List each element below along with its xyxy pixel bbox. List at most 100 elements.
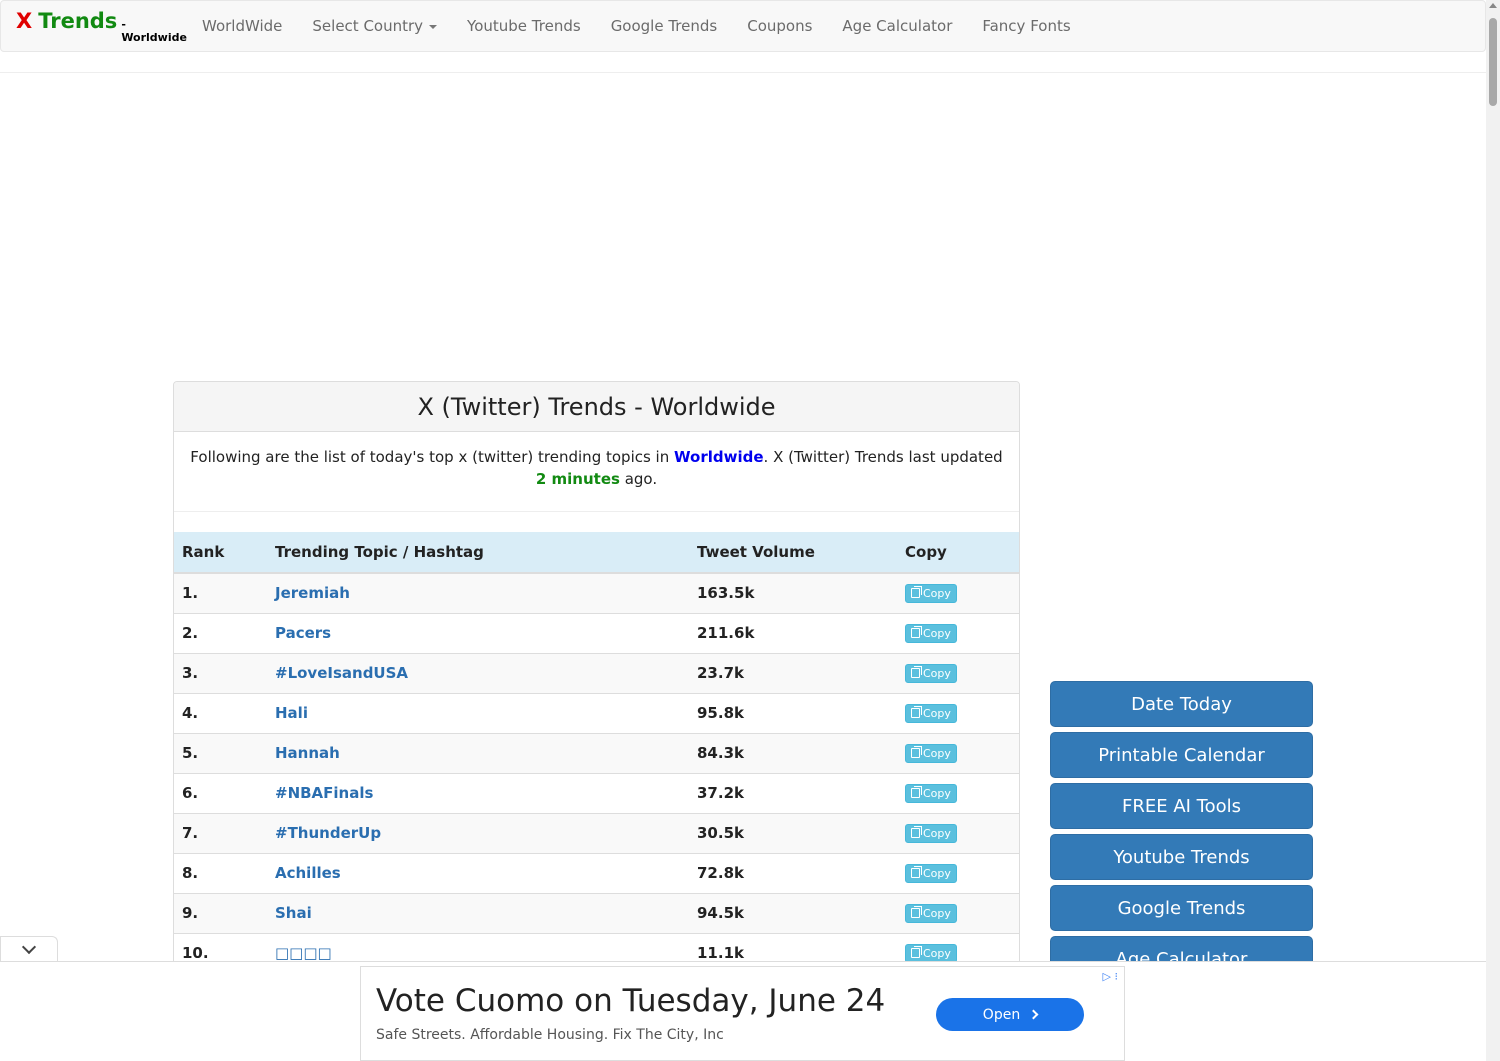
ad-open-button[interactable]: Open [936, 998, 1084, 1031]
sidebar-links: Date Today Printable Calendar FREE AI To… [1050, 681, 1313, 987]
header-divider [0, 72, 1486, 73]
trends-panel: X (Twitter) Trends - Worldwide Following… [173, 381, 1020, 971]
copy-button[interactable]: Copy [905, 783, 957, 803]
header-rank: Rank [174, 532, 267, 574]
nav-worldwide[interactable]: WorldWide [187, 17, 297, 35]
page-scrollbar[interactable] [1486, 0, 1500, 1061]
volume-cell: 72.8k [689, 852, 897, 893]
nav-select-country-label: Select Country [312, 17, 424, 35]
copy-label: Copy [923, 626, 951, 640]
free-ai-tools-button[interactable]: FREE AI Tools [1050, 783, 1313, 829]
brand-trends: Trends [38, 8, 118, 33]
brand-sub: - Worldwide [121, 17, 187, 44]
nav-fancy-fonts[interactable]: Fancy Fonts [967, 17, 1085, 35]
copy-button[interactable]: Copy [905, 943, 957, 963]
nav-google-trends[interactable]: Google Trends [596, 17, 733, 35]
copy-button[interactable]: Copy [905, 823, 957, 843]
copy-icon [911, 666, 922, 678]
desc-location-link[interactable]: Worldwide [674, 448, 764, 466]
table-row: 6. #NBAFinals 37.2k Copy [174, 772, 1019, 813]
printable-calendar-button[interactable]: Printable Calendar [1050, 732, 1313, 778]
table-row: 5. Hannah 84.3k Copy [174, 732, 1019, 773]
copy-icon [911, 706, 922, 718]
copy-icon [911, 586, 922, 599]
chevron-right-icon [1028, 1009, 1039, 1020]
copy-icon [911, 826, 922, 838]
brand-x: X [16, 8, 33, 33]
nav-age-calculator[interactable]: Age Calculator [827, 17, 967, 35]
copy-icon [911, 866, 922, 878]
copy-label: Copy [923, 666, 951, 680]
copy-cell: Copy [897, 772, 1019, 813]
table-row: 2. Pacers 211.6k Copy [174, 612, 1019, 653]
topic-link[interactable]: Achilles [267, 852, 689, 893]
rank-cell: 8. [174, 852, 267, 893]
copy-label: Copy [923, 906, 951, 920]
header-topic: Trending Topic / Hashtag [267, 532, 689, 574]
ad-collapse-toggle[interactable] [0, 936, 58, 962]
rank-cell: 2. [174, 612, 267, 653]
table-row: 1. Jeremiah 163.5k Copy [174, 572, 1019, 613]
desc-updated-ago: 2 minutes [535, 470, 620, 488]
copy-cell: Copy [897, 572, 1019, 613]
nav-select-country[interactable]: Select Country [297, 17, 452, 35]
google-trends-button[interactable]: Google Trends [1050, 885, 1313, 931]
table-row: 4. Hali 95.8k Copy [174, 692, 1019, 733]
table-row: 8. Achilles 72.8k Copy [174, 852, 1019, 893]
copy-cell: Copy [897, 732, 1019, 773]
topic-link[interactable]: Pacers [267, 612, 689, 653]
rank-cell: 3. [174, 652, 267, 693]
copy-cell: Copy [897, 652, 1019, 693]
copy-button[interactable]: Copy [905, 663, 957, 683]
volume-cell: 95.8k [689, 692, 897, 733]
copy-cell: Copy [897, 852, 1019, 893]
table-row: 7. #ThunderUp 30.5k Copy [174, 812, 1019, 853]
copy-button[interactable]: Copy [905, 623, 957, 643]
desc-before: Following are the list of today's top x … [190, 448, 675, 466]
topic-link[interactable]: #LoveIsandUSA [267, 652, 689, 693]
copy-icon [911, 746, 922, 758]
topic-link[interactable]: Hali [267, 692, 689, 733]
copy-cell: Copy [897, 892, 1019, 933]
nav-links: WorldWide Select Country Youtube Trends … [187, 17, 1086, 35]
copy-label: Copy [923, 786, 951, 800]
topic-link[interactable]: #NBAFinals [267, 772, 689, 813]
topic-link[interactable]: Hannah [267, 732, 689, 773]
top-navbar: X Trends - Worldwide WorldWide Select Co… [0, 0, 1486, 52]
topic-link[interactable]: #ThunderUp [267, 812, 689, 853]
copy-button[interactable]: Copy [905, 583, 957, 603]
rank-cell: 7. [174, 812, 267, 853]
copy-label: Copy [923, 826, 951, 840]
rank-cell: 9. [174, 892, 267, 933]
copy-icon [911, 786, 922, 798]
copy-icon [911, 946, 922, 959]
desc-middle: . X (Twitter) Trends last updated [763, 448, 1003, 466]
brand-logo[interactable]: X Trends - Worldwide [1, 9, 187, 44]
copy-button[interactable]: Copy [905, 903, 957, 923]
copy-cell: Copy [897, 692, 1019, 733]
youtube-trends-button[interactable]: Youtube Trends [1050, 834, 1313, 880]
topic-link[interactable]: Jeremiah [267, 572, 689, 613]
scroll-thumb[interactable] [1489, 18, 1497, 106]
bottom-ad[interactable]: ▷ ⁝ Vote Cuomo on Tuesday, June 24 Safe … [360, 966, 1125, 1061]
copy-button[interactable]: Copy [905, 863, 957, 883]
copy-button[interactable]: Copy [905, 743, 957, 763]
adchoices-icon[interactable]: ▷ ⁝ [1103, 970, 1118, 983]
nav-youtube-trends[interactable]: Youtube Trends [452, 17, 596, 35]
table-row: 9. Shai 94.5k Copy [174, 892, 1019, 933]
copy-button[interactable]: Copy [905, 703, 957, 723]
page-title: X (Twitter) Trends - Worldwide [417, 392, 776, 421]
date-today-button[interactable]: Date Today [1050, 681, 1313, 727]
scroll-up-icon[interactable] [1489, 3, 1497, 8]
rank-cell: 6. [174, 772, 267, 813]
volume-cell: 84.3k [689, 732, 897, 773]
topic-link[interactable]: Shai [267, 892, 689, 933]
rank-cell: 1. [174, 572, 267, 613]
copy-icon [911, 906, 922, 918]
volume-cell: 37.2k [689, 772, 897, 813]
table-row: 3. #LoveIsandUSA 23.7k Copy [174, 652, 1019, 693]
nav-coupons[interactable]: Coupons [732, 17, 827, 35]
copy-label: Copy [923, 866, 951, 880]
ad-title: Vote Cuomo on Tuesday, June 24 [376, 983, 886, 1019]
volume-cell: 30.5k [689, 812, 897, 853]
